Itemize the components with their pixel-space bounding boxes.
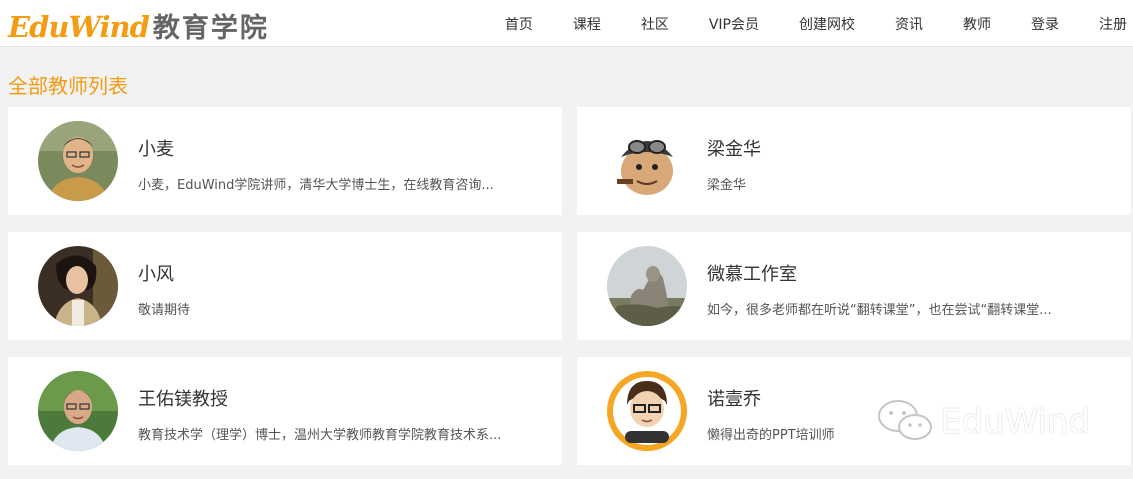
teacher-name[interactable]: 小麦: [138, 135, 174, 161]
teacher-avatar[interactable]: [607, 121, 687, 201]
watermark-text: EduWind: [940, 402, 1091, 442]
teacher-avatar[interactable]: [607, 371, 687, 451]
watermark: EduWind: [876, 398, 1090, 446]
page-title: 全部教师列表: [8, 74, 128, 98]
teacher-avatar[interactable]: [38, 246, 118, 326]
nav-item-community[interactable]: 社区: [641, 14, 669, 34]
logo-text-en: EduWind: [8, 10, 150, 44]
teacher-desc: 敬请期待: [138, 303, 191, 318]
top-bar: EduWind 教育学院 首页 课程 社区 VIP会员 创建网校 资讯 教师 登…: [0, 0, 1133, 47]
teacher-avatar[interactable]: [38, 121, 118, 201]
teacher-name[interactable]: 梁金华: [707, 135, 761, 161]
teacher-desc: 如今，很多老师都在听说“翻转课堂”，也在尝试“翻转课堂...: [707, 303, 1052, 318]
nav-item-courses[interactable]: 课程: [573, 14, 601, 34]
teacher-card[interactable]: 梁金华 梁金华: [577, 107, 1131, 215]
teacher-desc: 小麦，EduWind学院讲师，清华大学博士生，在线教育咨询...: [138, 178, 494, 193]
wechat-icon: [876, 398, 934, 446]
teacher-avatar[interactable]: [607, 246, 687, 326]
nav-item-teachers[interactable]: 教师: [963, 14, 991, 34]
nav-item-create-school[interactable]: 创建网校: [799, 14, 855, 34]
teacher-name[interactable]: 诺壹乔: [707, 385, 761, 411]
teacher-desc: 教育技术学（理学）博士，温州大学教师教育学院教育技术系...: [138, 428, 502, 443]
teacher-name[interactable]: 微慕工作室: [707, 260, 797, 286]
teacher-card[interactable]: 小风 敬请期待: [8, 232, 562, 340]
teacher-card[interactable]: 小麦 小麦，EduWind学院讲师，清华大学博士生，在线教育咨询...: [8, 107, 562, 215]
logo-text-cn: 教育学院: [152, 13, 269, 44]
nav-item-login[interactable]: 登录: [1031, 14, 1059, 34]
nav-item-vip[interactable]: VIP会员: [709, 14, 759, 34]
main-nav: 首页 课程 社区 VIP会员 创建网校 资讯 教师 登录 注册: [505, 0, 1127, 47]
teacher-avatar[interactable]: [38, 371, 118, 451]
teacher-card[interactable]: 微慕工作室 如今，很多老师都在听说“翻转课堂”，也在尝试“翻转课堂...: [577, 232, 1131, 340]
teacher-desc: 梁金华: [707, 178, 747, 193]
teacher-name[interactable]: 王佑镁教授: [138, 385, 228, 411]
nav-item-home[interactable]: 首页: [505, 14, 533, 34]
site-logo[interactable]: EduWind 教育学院: [8, 6, 269, 44]
nav-item-register[interactable]: 注册: [1099, 14, 1127, 34]
nav-item-news[interactable]: 资讯: [895, 14, 923, 34]
teacher-card[interactable]: 王佑镁教授 教育技术学（理学）博士，温州大学教师教育学院教育技术系...: [8, 357, 562, 465]
teacher-name[interactable]: 小风: [138, 260, 174, 286]
